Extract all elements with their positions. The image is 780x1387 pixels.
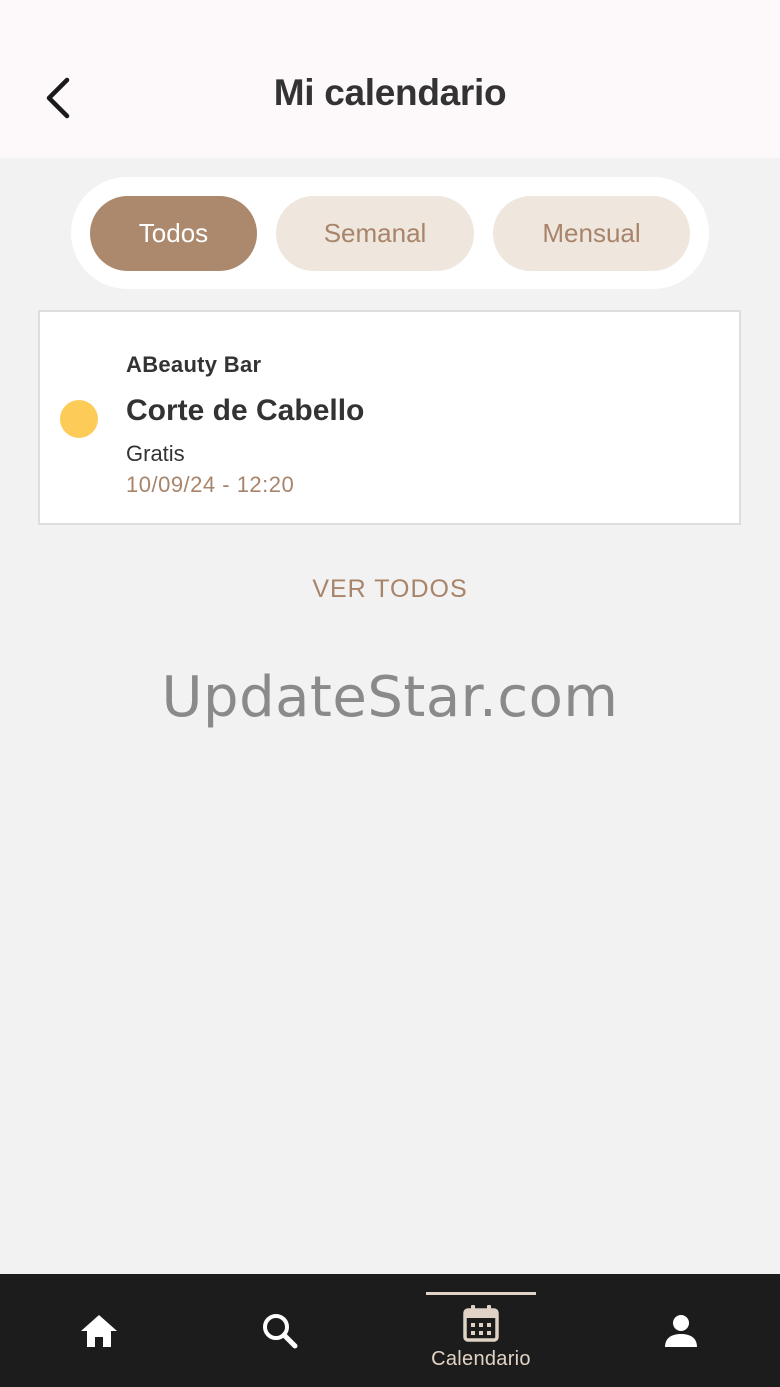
appointment-datetime: 10/09/24 - 12:20 (126, 472, 295, 497)
search-icon (263, 1313, 298, 1348)
bottom-tab-bar: Calendario (0, 1274, 780, 1387)
home-icon (81, 1314, 117, 1347)
calendar-icon (463, 1305, 499, 1342)
user-icon (665, 1314, 697, 1347)
filter-semanal-button[interactable]: Semanal (276, 196, 474, 271)
calendar-screen: Mi calendario Todos Semanal Mensual ABea… (0, 0, 780, 1387)
watermark-text: UpdateStar.com (161, 665, 619, 730)
appointment-card[interactable]: ABeauty Bar Corte de Cabello Gratis 10/0… (38, 310, 741, 525)
salon-name: ABeauty Bar (126, 352, 262, 377)
page-title: Mi calendario (273, 72, 507, 113)
filter-mensual-button[interactable]: Mensual (493, 196, 690, 271)
filter-segmented-control: Todos Semanal Mensual (71, 177, 709, 289)
service-name: Corte de Cabello (126, 394, 365, 427)
status-dot (60, 400, 98, 438)
top-header: Mi calendario (0, 0, 780, 158)
tab-profile[interactable] (621, 1274, 741, 1387)
tab-search[interactable] (220, 1274, 340, 1387)
appointment-price: Gratis (126, 441, 185, 466)
filter-todos-button[interactable]: Todos (90, 196, 257, 271)
tab-home[interactable] (39, 1274, 159, 1387)
tab-calendario-label: Calendario (431, 1348, 531, 1370)
tab-calendario[interactable]: Calendario (426, 1274, 536, 1387)
active-tab-indicator (426, 1292, 536, 1295)
see-all-link[interactable]: VER TODOS (0, 575, 780, 604)
